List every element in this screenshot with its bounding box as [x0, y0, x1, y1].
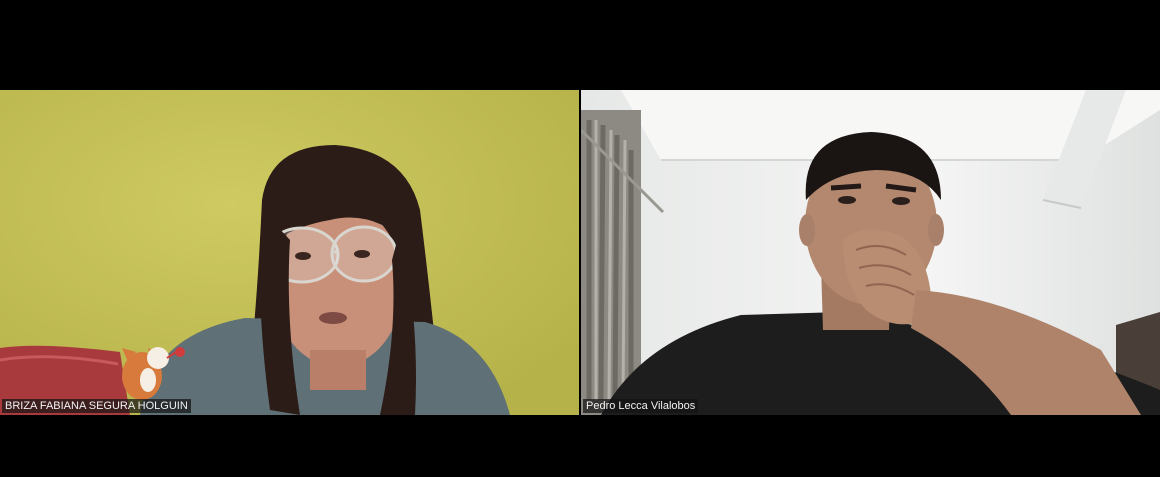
participant-tile-2[interactable]: Pedro Lecca Vilalobos	[581, 90, 1160, 415]
participant-name-label: Pedro Lecca Vilalobos	[583, 399, 699, 413]
participant-video-1	[0, 90, 579, 415]
participant-tile-1[interactable]: BRIZA FABIANA SEGURA HOLGUIN	[0, 90, 579, 415]
participant-name-label: BRIZA FABIANA SEGURA HOLGUIN	[2, 399, 191, 413]
participant-video-2	[581, 90, 1160, 415]
